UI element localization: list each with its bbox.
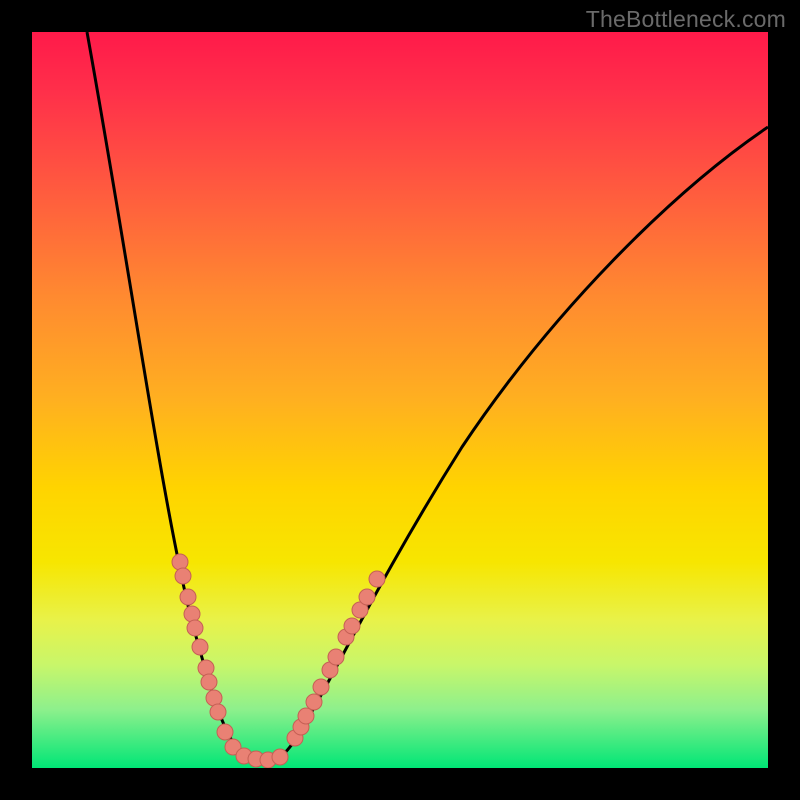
bottleneck-curve	[87, 32, 768, 760]
data-point	[201, 674, 217, 690]
data-point	[198, 660, 214, 676]
data-point	[206, 690, 222, 706]
data-point	[328, 649, 344, 665]
data-point	[172, 554, 188, 570]
watermark-text: TheBottleneck.com	[586, 6, 786, 33]
data-point	[359, 589, 375, 605]
data-point	[187, 620, 203, 636]
data-point	[313, 679, 329, 695]
data-point	[306, 694, 322, 710]
data-point	[180, 589, 196, 605]
data-point	[184, 606, 200, 622]
data-point	[272, 749, 288, 765]
data-point	[369, 571, 385, 587]
data-point	[210, 704, 226, 720]
chart-frame: TheBottleneck.com	[0, 0, 800, 800]
markers-left	[172, 554, 241, 755]
data-point	[217, 724, 233, 740]
data-point	[192, 639, 208, 655]
markers-right	[287, 571, 385, 746]
data-point	[344, 618, 360, 634]
plot-area	[32, 32, 768, 768]
data-point	[298, 708, 314, 724]
data-point	[175, 568, 191, 584]
chart-svg	[32, 32, 768, 768]
markers-bottom	[236, 748, 288, 768]
